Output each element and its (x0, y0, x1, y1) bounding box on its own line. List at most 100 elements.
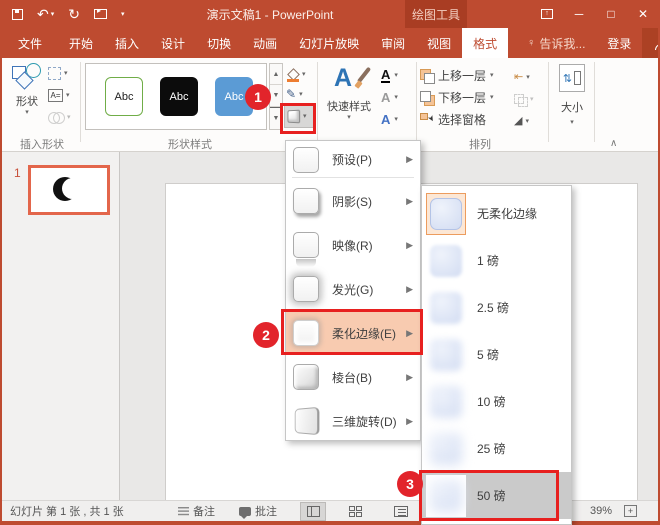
annotation-circle-3: 3 (397, 471, 423, 497)
shape-fill-button[interactable]: ▾ (284, 64, 314, 84)
quick-styles-button[interactable]: A 快速样式 ▾ (320, 62, 378, 146)
customize-qat-button[interactable]: ▾ (121, 11, 125, 18)
merge-shapes-icon (48, 112, 64, 123)
start-slideshow-button[interactable] (94, 9, 107, 19)
ribbon-display-options-icon: ↑ (541, 9, 553, 19)
tab-format[interactable]: 格式 (462, 28, 508, 58)
menu-item-3d-rotation[interactable]: 三维旋转(D) ▶ (286, 399, 420, 443)
close-button[interactable]: ✕ (630, 3, 656, 25)
rotate-icon: ◢ (514, 116, 522, 127)
menu-item-reflection[interactable]: 映像(R) ▶ (286, 223, 420, 267)
submenu-item-1pt[interactable]: 1 磅 (422, 237, 571, 284)
bring-forward-button[interactable]: 上移一层▾ (420, 64, 494, 86)
comments-icon (239, 507, 251, 516)
rotate-button[interactable]: ◢▾ (514, 110, 548, 132)
normal-view-button[interactable] (300, 502, 326, 521)
submenu-arrow-icon: ▶ (406, 284, 420, 295)
chevron-down-icon: ▾ (67, 114, 71, 121)
group-separator (416, 62, 417, 142)
tab-insert[interactable]: 插入 (104, 28, 150, 58)
reading-view-button[interactable] (388, 502, 414, 521)
tab-animations[interactable]: 动画 (242, 28, 288, 58)
slide-counter: 幻灯片 第 1 张 , 共 1 张 (10, 501, 124, 521)
submenu-item-5pt[interactable]: 5 磅 (422, 331, 571, 378)
group-label-arrange: 排列 (440, 136, 520, 152)
text-effects-button[interactable]: A▾ (381, 108, 413, 130)
collapse-ribbon-button[interactable]: ∧ (610, 138, 617, 149)
shape-style-option-1[interactable]: Abc (105, 77, 143, 116)
menu-item-preset[interactable]: 预设(P) ▶ (286, 143, 420, 176)
share-button[interactable]: 共享 (642, 28, 660, 58)
save-button[interactable] (12, 9, 23, 20)
soft-edge-25pt-icon (430, 433, 462, 465)
text-outline-button[interactable]: A▾ (381, 86, 413, 108)
tab-view[interactable]: 视图 (416, 28, 462, 58)
undo-button[interactable]: ↶▾ (37, 7, 54, 21)
fit-to-window-button[interactable]: + (624, 501, 637, 521)
size-button[interactable]: ⇅ 大小 ▾ (552, 62, 592, 144)
reflection-effect-icon (293, 232, 319, 258)
shape-styles-gallery: Abc Abc Abc (85, 63, 267, 130)
submenu-arrow-icon: ▶ (406, 196, 420, 207)
slide-sorter-view-button[interactable] (342, 502, 368, 521)
ribbon-display-options-button[interactable]: ↑ (534, 3, 560, 25)
3d-rotation-effect-icon (295, 407, 320, 436)
submenu-item-2-5pt[interactable]: 2.5 磅 (422, 284, 571, 331)
selected-option-frame (426, 193, 466, 235)
gallery-scroll-up-button[interactable]: ▲ (270, 64, 282, 85)
undo-icon: ↶ (37, 7, 49, 21)
slide-number: 1 (14, 166, 21, 180)
align-button[interactable]: ⇤▾ (514, 66, 548, 88)
selection-pane-icon (420, 113, 434, 126)
shape-style-option-2[interactable]: Abc (160, 77, 198, 116)
sign-in-button[interactable]: 登录 (596, 28, 642, 58)
tab-slideshow[interactable]: 幻灯片放映 (288, 28, 370, 58)
menu-item-shadow[interactable]: 阴影(S) ▶ (286, 179, 420, 223)
group-label-insert-shapes: 插入形状 (6, 136, 78, 152)
arrange-group: 上移一层▾ 下移一层▾ 选择窗格 (420, 64, 494, 130)
menu-item-glow[interactable]: 发光(G) ▶ (286, 267, 420, 311)
chevron-down-icon: ▾ (121, 11, 125, 18)
tab-design[interactable]: 设计 (150, 28, 196, 58)
merge-shapes-button[interactable]: ▾ (48, 108, 71, 127)
minimize-button[interactable]: ─ (566, 3, 592, 25)
chevron-down-icon: ▾ (51, 11, 55, 18)
submenu-item-25pt[interactable]: 25 磅 (422, 425, 571, 472)
drawing-tools-context-label: 绘图工具 (405, 0, 467, 28)
tab-home[interactable]: 开始 (58, 28, 104, 58)
text-outline-icon: A (381, 91, 390, 104)
group-objects-button[interactable]: ▾ (514, 88, 548, 110)
shapes-button[interactable]: 形状 ▾ (8, 60, 46, 116)
redo-button[interactable]: ↻ (68, 7, 80, 21)
shape-outline-button[interactable]: ✎▾ (284, 84, 314, 104)
submenu-item-10pt[interactable]: 10 磅 (422, 378, 571, 425)
slide-sorter-icon (349, 506, 362, 517)
submenu-item-no-soft-edges[interactable]: 无柔化边缘 (422, 190, 571, 237)
zoom-level[interactable]: 39% (590, 501, 612, 521)
crescent-moon-shape (53, 177, 77, 201)
maximize-button[interactable]: □ (598, 3, 624, 25)
text-box-button[interactable]: A=▾ (48, 86, 71, 105)
notes-button[interactable]: 备注 (178, 501, 215, 521)
soft-edge-10pt-icon (430, 386, 462, 418)
chevron-down-icon: ▾ (25, 109, 29, 116)
submenu-arrow-icon: ▶ (406, 416, 420, 427)
fit-to-window-icon: + (624, 505, 637, 517)
send-backward-button[interactable]: 下移一层▾ (420, 86, 494, 108)
tab-review[interactable]: 审阅 (370, 28, 416, 58)
shape-fill-icon (288, 70, 297, 79)
text-fill-button[interactable]: A▾ (381, 64, 413, 86)
size-icon: ⇅ (559, 64, 585, 92)
save-icon (12, 9, 23, 20)
tab-file[interactable]: 文件 (2, 28, 58, 58)
edit-shape-button[interactable]: ▾ (48, 64, 71, 83)
tell-me-box[interactable]: ♀告诉我... (516, 28, 596, 58)
menu-item-bevel[interactable]: 棱台(B) ▶ (286, 355, 420, 399)
tab-transitions[interactable]: 切换 (196, 28, 242, 58)
selection-pane-button[interactable]: 选择窗格 (420, 108, 494, 130)
window-controls: ↑ ─ □ ✕ (534, 0, 656, 28)
slide-thumbnail[interactable] (28, 165, 110, 215)
comments-button[interactable]: 批注 (239, 501, 277, 521)
redo-icon: ↻ (68, 7, 80, 21)
shapes-icon (12, 63, 42, 93)
